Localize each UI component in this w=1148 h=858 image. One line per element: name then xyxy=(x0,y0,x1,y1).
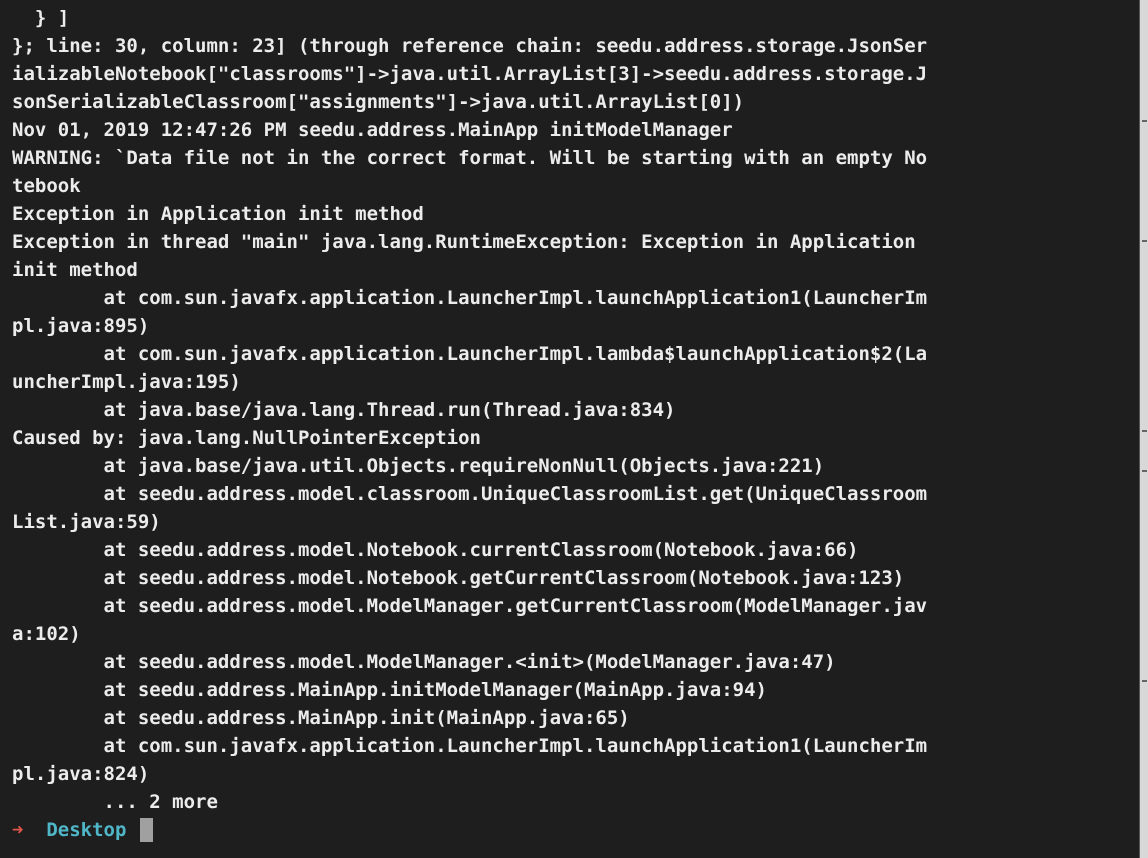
prompt-directory: Desktop xyxy=(46,819,127,841)
terminal-line: uncherImpl.java:195) xyxy=(12,371,241,393)
edge-tick xyxy=(1142,120,1147,122)
terminal-line: Exception in thread "main" java.lang.Run… xyxy=(12,231,916,253)
terminal-line: at java.base/java.util.Objects.requireNo… xyxy=(12,455,825,477)
terminal-line: tebook xyxy=(12,175,81,197)
text-cursor xyxy=(139,818,153,842)
terminal-line: at com.sun.javafx.application.LauncherIm… xyxy=(12,735,928,757)
terminal-line: init method xyxy=(12,259,138,281)
edge-tick xyxy=(1142,240,1147,242)
edge-tick xyxy=(1142,470,1147,472)
shell-prompt[interactable]: ➜ Desktop xyxy=(12,816,1140,844)
terminal-line: at seedu.address.model.Notebook.getCurre… xyxy=(12,567,905,589)
edge-tick xyxy=(1142,680,1147,682)
terminal-line: a:102) xyxy=(12,623,81,645)
terminal-line: at seedu.address.MainApp.init(MainApp.ja… xyxy=(12,707,630,729)
terminal-line: ... 2 more xyxy=(12,791,218,813)
terminal-line: at seedu.address.model.Notebook.currentC… xyxy=(12,539,859,561)
terminal-line: Nov 01, 2019 12:47:26 PM seedu.address.M… xyxy=(12,119,733,141)
terminal-line: }; line: 30, column: 23] (through refere… xyxy=(12,35,928,57)
edge-tick xyxy=(1142,430,1147,432)
terminal-line: at seedu.address.model.ModelManager.getC… xyxy=(12,595,928,617)
terminal-line: at seedu.address.model.ModelManager.<ini… xyxy=(12,651,836,673)
terminal-line: at seedu.address.model.classroom.UniqueC… xyxy=(12,483,928,505)
terminal-line: pl.java:895) xyxy=(12,315,150,337)
terminal-line: Exception in Application init method xyxy=(12,203,424,225)
terminal-line: at java.base/java.lang.Thread.run(Thread… xyxy=(12,399,676,421)
terminal-line: Caused by: java.lang.NullPointerExceptio… xyxy=(12,427,481,449)
terminal-line: } ] xyxy=(12,7,70,29)
prompt-arrow-icon: ➜ xyxy=(12,819,24,841)
terminal-output: } ] }; line: 30, column: 23] (through ref… xyxy=(12,4,1140,816)
terminal-line: List.java:59) xyxy=(12,511,161,533)
terminal-line: at com.sun.javafx.application.LauncherIm… xyxy=(12,343,928,365)
terminal-window[interactable]: } ] }; line: 30, column: 23] (through ref… xyxy=(0,0,1140,858)
terminal-line: WARNING: `Data file not in the correct f… xyxy=(12,147,928,169)
terminal-line: sonSerializableClassroom["assignments"]-… xyxy=(12,91,745,113)
terminal-line: at com.sun.javafx.application.LauncherIm… xyxy=(12,287,928,309)
terminal-line: ializableNotebook["classrooms"]->java.ut… xyxy=(12,63,928,85)
terminal-line: at seedu.address.MainApp.initModelManage… xyxy=(12,679,767,701)
terminal-line: pl.java:824) xyxy=(12,763,150,785)
window-edge-scrollbar[interactable] xyxy=(1139,0,1148,858)
